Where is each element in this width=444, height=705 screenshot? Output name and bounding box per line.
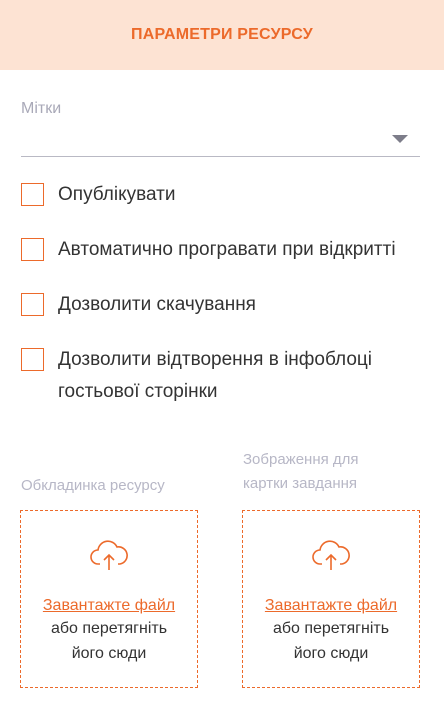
task-image-label-line2: картки завдання bbox=[243, 475, 358, 492]
checkbox-publish[interactable]: Опублікувати bbox=[21, 183, 176, 211]
checkbox-allow-download[interactable]: Дозволити скачування bbox=[21, 293, 256, 321]
checkbox-icon[interactable] bbox=[21, 183, 44, 206]
checkbox-label: Дозволити скачування bbox=[58, 294, 256, 315]
checkbox-icon[interactable] bbox=[21, 348, 44, 371]
checkbox-autoplay[interactable]: Автоматично програвати при відкритті bbox=[21, 238, 396, 266]
checkbox-label: Опублікувати bbox=[58, 184, 176, 205]
cover-upload-link[interactable]: Завантажте файл bbox=[43, 597, 175, 615]
chevron-down-icon[interactable] bbox=[392, 135, 408, 143]
task-image-label: Зображення для картки завдання bbox=[243, 448, 359, 496]
cover-drop-hint-1: або перетягніть bbox=[50, 620, 168, 637]
task-image-upload-link[interactable]: Завантажте файл bbox=[265, 597, 397, 615]
task-image-label-line1: Зображення для bbox=[243, 451, 359, 468]
panel-header: ПАРАМЕТРИ РЕСУРСУ bbox=[0, 0, 444, 70]
checkbox-label: Автоматично програвати при відкритті bbox=[58, 239, 396, 260]
cloud-upload-icon bbox=[90, 540, 128, 570]
tags-label: Мітки bbox=[21, 100, 62, 117]
cloud-upload-icon bbox=[312, 540, 350, 570]
task-image-drop-hint-2: його сюди bbox=[293, 645, 369, 662]
cover-label: Обкладинка ресурсу bbox=[21, 477, 165, 494]
checkbox-guest-infoblock[interactable]: Дозволити відтворення в інфоблоці гостьо… bbox=[21, 348, 438, 408]
checkbox-icon[interactable] bbox=[21, 293, 44, 316]
checkbox-icon[interactable] bbox=[21, 238, 44, 261]
tags-select[interactable] bbox=[21, 124, 420, 157]
cover-drop-hint-2: його сюди bbox=[71, 645, 147, 662]
checkbox-label: Дозволити відтворення в інфоблоці гостьо… bbox=[58, 349, 372, 402]
cover-dropzone[interactable]: Завантажте файл або перетягніть його сюд… bbox=[20, 510, 198, 688]
task-image-drop-hint-1: або перетягніть bbox=[272, 620, 390, 637]
task-image-dropzone[interactable]: Завантажте файл або перетягніть його сюд… bbox=[242, 510, 420, 688]
panel-title: ПАРАМЕТРИ РЕСУРСУ bbox=[131, 26, 313, 43]
